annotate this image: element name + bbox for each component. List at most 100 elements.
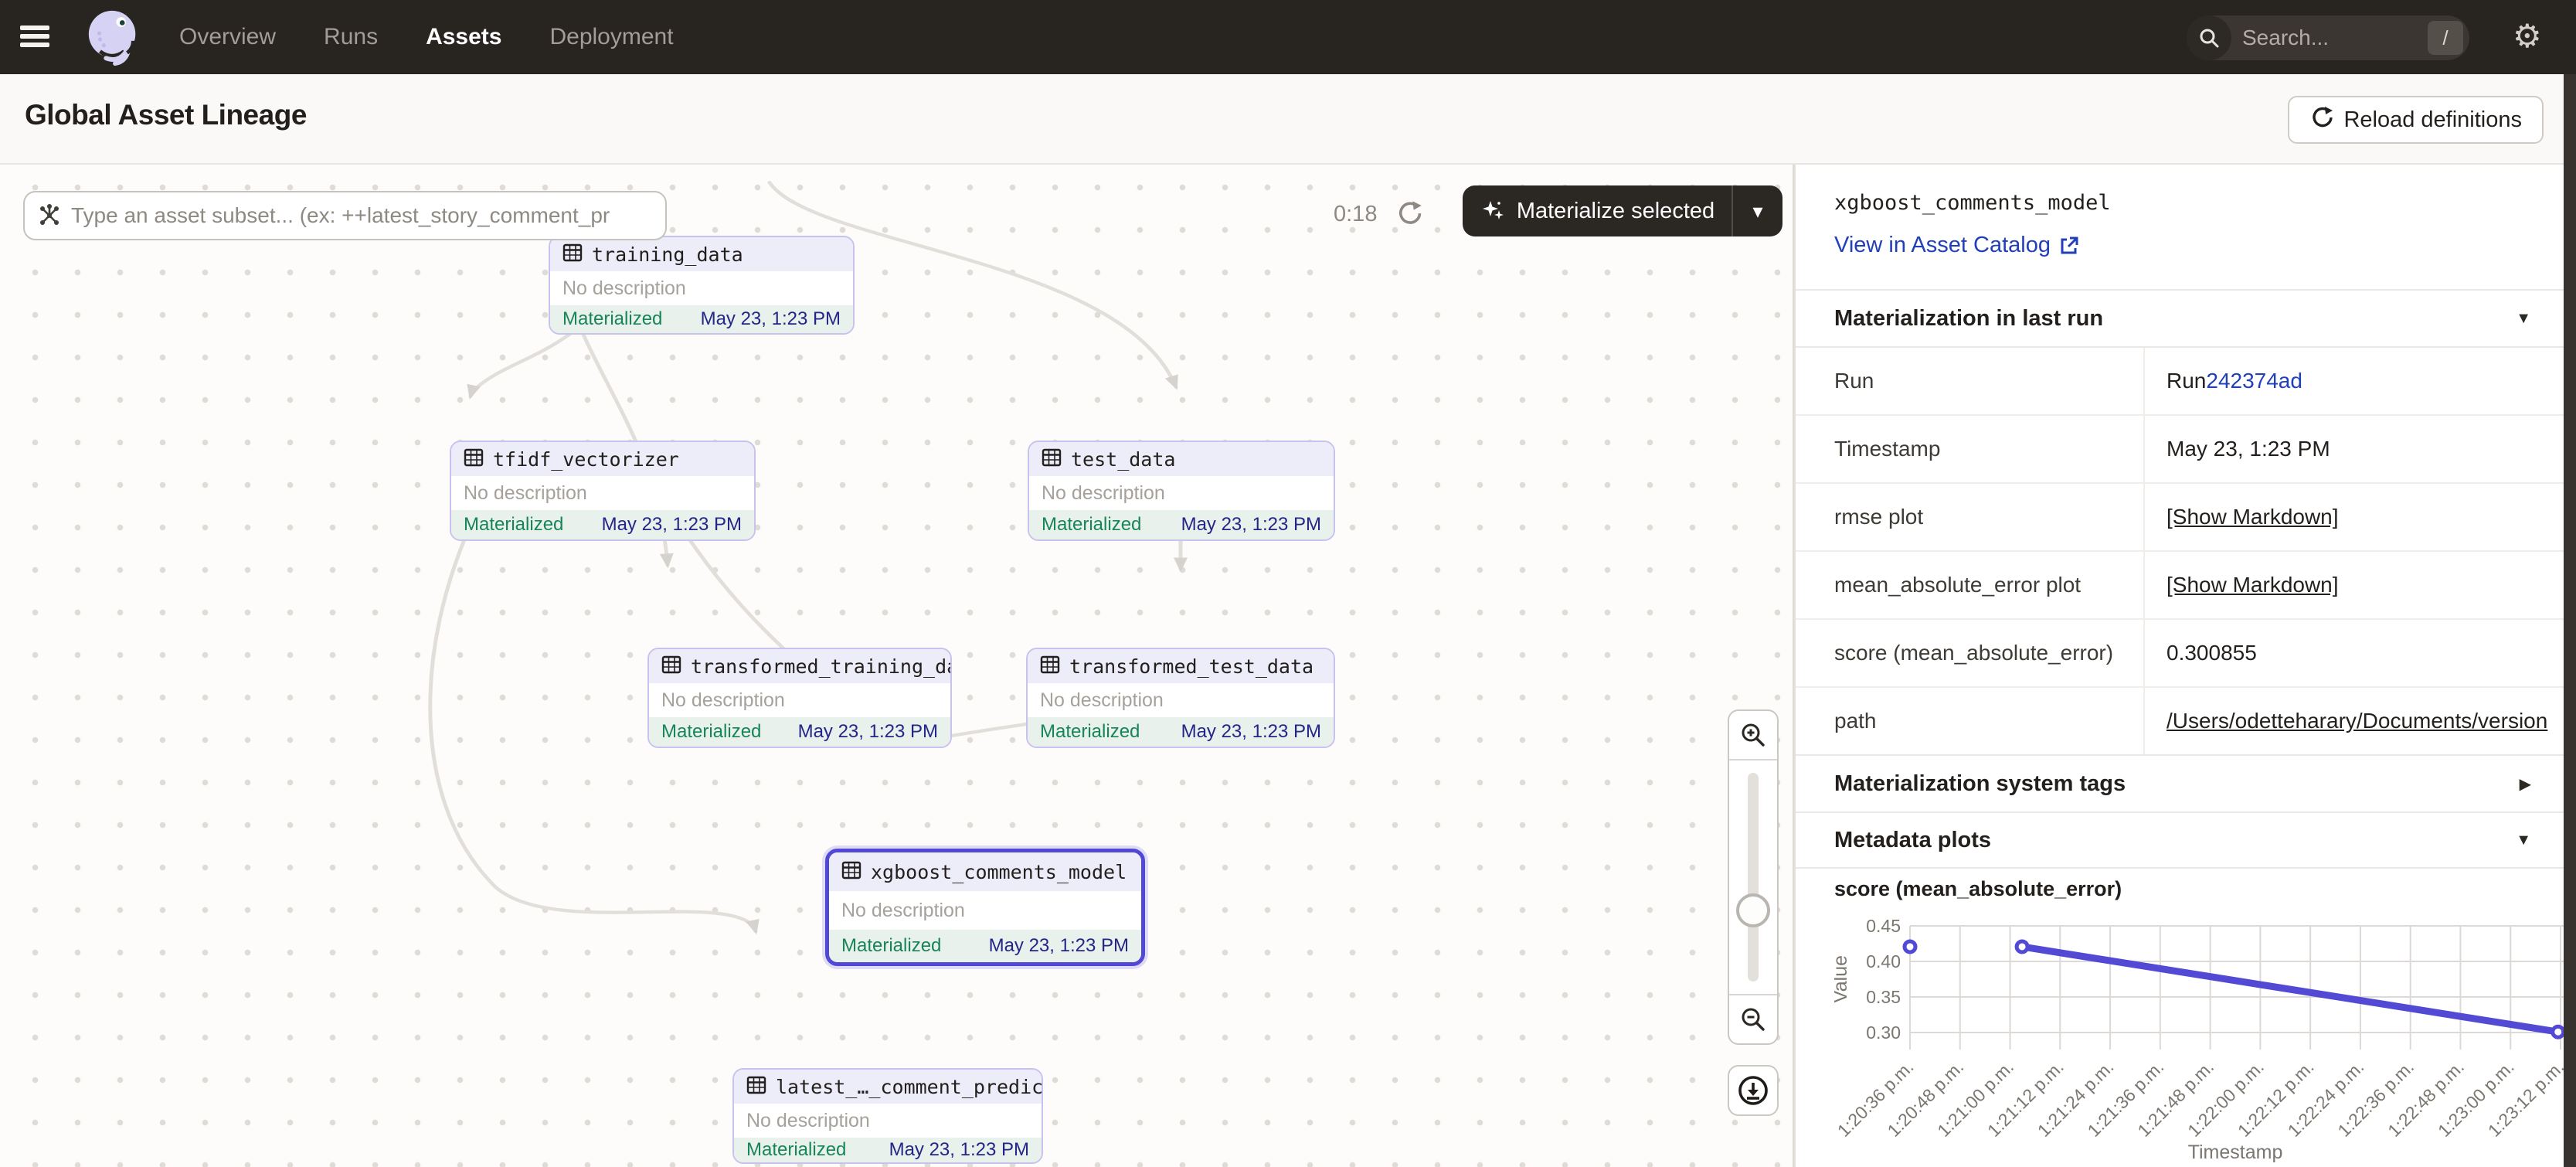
asset-graph-icon [37, 203, 62, 228]
materialized-status: Materialized [746, 1139, 846, 1161]
section-label: Materialization in last run [1834, 306, 2103, 332]
materialized-timestamp: May 23, 1:23 PM [798, 721, 938, 743]
zoom-controls [1728, 709, 1779, 1045]
reload-label: Reload definitions [2343, 107, 2522, 133]
section-label: Materialization system tags [1834, 771, 2126, 797]
chevron-right-icon[interactable]: ▶ [2520, 774, 2531, 794]
asset-subset-input[interactable] [71, 203, 653, 228]
table-icon [562, 243, 583, 267]
row-label: mean_absolute_error plot [1796, 552, 2143, 618]
global-search[interactable]: / [2187, 15, 2469, 60]
materialization-metadata-table: Run Run 242374ad Timestamp May 23, 1:23 … [1796, 346, 2564, 756]
materialized-status: Materialized [562, 308, 662, 330]
window-edge-strip [2564, 74, 2576, 1167]
search-icon [2187, 15, 2231, 60]
table-icon [1040, 655, 1060, 679]
tab-deployment[interactable]: Deployment [549, 24, 673, 50]
chevron-down-icon[interactable]: ▼ [2516, 310, 2531, 328]
view-in-asset-catalog-link[interactable]: View in Asset Catalog [1834, 233, 2080, 258]
materialized-status: Materialized [841, 935, 941, 957]
table-row: score (mean_absolute_error) 0.300855 [1796, 620, 2564, 688]
asset-description: No description [1040, 689, 1164, 712]
download-image-button[interactable] [1728, 1065, 1779, 1116]
asset-node-tfidf-vectorizer[interactable]: tfidf_vectorizer No description Material… [450, 441, 756, 541]
materialized-timestamp: May 23, 1:23 PM [1181, 514, 1321, 536]
zoom-in-button[interactable] [1729, 711, 1777, 759]
score-line-chart: 0.450.400.350.301:20:36 p.m.1:20:48 p.m.… [1834, 907, 2564, 1165]
reload-definitions-button[interactable]: Reload definitions [2288, 96, 2544, 144]
svg-text:Timestamp: Timestamp [2188, 1141, 2283, 1163]
asset-node-training-data[interactable]: training_data No description Materialize… [549, 236, 855, 335]
asset-subset-filter[interactable] [23, 191, 667, 240]
asset-node-latest-comment-predictions[interactable]: latest_…_comment_predictions No descript… [732, 1068, 1043, 1164]
tab-overview[interactable]: Overview [179, 24, 276, 50]
refresh-icon[interactable] [1395, 199, 1423, 230]
asset-description: No description [562, 277, 686, 300]
chevron-down-icon[interactable]: ▼ [2516, 832, 2531, 849]
materialized-timestamp: May 23, 1:23 PM [989, 935, 1129, 957]
asset-node-test-data[interactable]: test_data No description MaterializedMay… [1028, 441, 1335, 541]
reload-icon [2309, 104, 2334, 135]
zoom-out-button[interactable] [1729, 995, 1777, 1043]
materialized-status: Materialized [661, 721, 761, 743]
zoom-slider-track[interactable] [1748, 773, 1759, 982]
asset-node-xgboost-comments-model[interactable]: xgboost_comments_model No description Ma… [825, 849, 1145, 966]
selected-asset-name: xgboost_comments_model [1834, 191, 2111, 215]
dagster-logo-icon[interactable] [83, 6, 144, 70]
materialize-label: Materialize selected [1517, 199, 1715, 224]
show-markdown-link[interactable]: [Show Markdown] [2166, 505, 2339, 529]
row-value: Run 242374ad [2143, 348, 2564, 414]
svg-text:0.40: 0.40 [1866, 951, 1901, 971]
menu-icon[interactable] [20, 22, 51, 53]
search-input[interactable] [2231, 26, 2428, 50]
section-materialization-last-run[interactable]: Materialization in last run ▼ [1796, 289, 2564, 346]
show-markdown-link[interactable]: [Show Markdown] [2166, 573, 2339, 597]
svg-text:0.30: 0.30 [1866, 1022, 1901, 1043]
materialized-timestamp: May 23, 1:23 PM [1181, 721, 1321, 743]
materialized-timestamp: May 23, 1:23 PM [602, 514, 742, 536]
path-link[interactable]: /Users/odetteharary/Documents/version [2166, 709, 2547, 733]
table-row: path /Users/odetteharary/Documents/versi… [1796, 688, 2564, 756]
zoom-slider[interactable] [1729, 759, 1777, 995]
materialize-dropdown-caret[interactable]: ▾ [1733, 199, 1782, 223]
section-materialization-system-tags[interactable]: Materialization system tags ▶ [1796, 754, 2564, 811]
asset-description: No description [1042, 482, 1165, 505]
nav-tabs: Overview Runs Assets Deployment [179, 0, 674, 74]
top-nav-bar: Overview Runs Assets Deployment / ⚙ [0, 0, 2576, 74]
tab-assets[interactable]: Assets [426, 24, 501, 50]
section-label: Metadata plots [1834, 828, 1991, 853]
svg-text:Value: Value [1834, 955, 1851, 1003]
zoom-slider-handle[interactable] [1736, 893, 1770, 927]
row-label: Timestamp [1796, 416, 2143, 482]
asset-name: latest_…_comment_predictions [776, 1076, 1043, 1098]
materialized-status: Materialized [464, 514, 563, 536]
asset-node-transformed-test-data[interactable]: transformed_test_data No description Mat… [1026, 648, 1335, 748]
refresh-countdown: 0:18 [1334, 202, 1377, 227]
table-row: mean_absolute_error plot [Show Markdown] [1796, 552, 2564, 620]
asset-description: No description [661, 689, 785, 712]
materialize-selected-button[interactable]: Materialize selected ▾ [1463, 185, 1782, 236]
table-row: rmse plot [Show Markdown] [1796, 484, 2564, 552]
table-icon [464, 447, 484, 471]
asset-name: tfidf_vectorizer [493, 448, 679, 471]
table-icon [1042, 447, 1062, 471]
table-row: Timestamp May 23, 1:23 PM [1796, 416, 2564, 484]
settings-gear-icon[interactable]: ⚙ [2513, 17, 2542, 55]
table-icon [746, 1075, 766, 1099]
asset-name: transformed_test_data [1069, 655, 1313, 678]
asset-node-transformed-training-data[interactable]: transformed_training_data No description… [647, 648, 952, 748]
row-label: Run [1796, 348, 2143, 414]
row-label: path [1796, 688, 2143, 754]
materialized-status: Materialized [1040, 721, 1140, 743]
asset-details-panel: xgboost_comments_model View in Asset Cat… [1794, 165, 2564, 1167]
table-icon [661, 655, 681, 679]
asset-name: transformed_training_data [691, 655, 952, 678]
materialized-status: Materialized [1042, 514, 1141, 536]
sparkle-icon [1480, 198, 1506, 224]
run-id-link[interactable]: 242374ad [2206, 369, 2302, 393]
tab-runs[interactable]: Runs [324, 24, 378, 50]
row-label: rmse plot [1796, 484, 2143, 550]
row-label: score (mean_absolute_error) [1796, 620, 2143, 686]
asset-lineage-canvas[interactable]: training_data No description Materialize… [0, 165, 1794, 1167]
section-metadata-plots[interactable]: Metadata plots ▼ [1796, 811, 2564, 869]
